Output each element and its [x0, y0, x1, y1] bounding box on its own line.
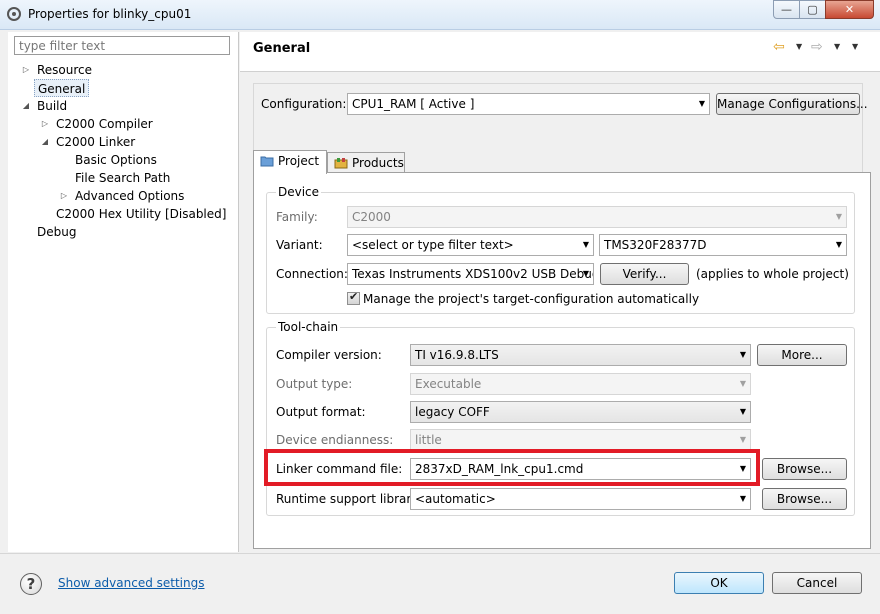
project-tab-panel: Device Family: C2000 ▼ Variant: <select o… — [253, 172, 871, 549]
title-bar: Properties for blinky_cpu01 — ▢ ✕ — [0, 0, 880, 30]
compiler-version-label: Compiler version: — [276, 348, 382, 362]
properties-page: General ⇦ ▼ ⇨ ▼ ▼ Configuration: CPU1_RA… — [240, 32, 880, 552]
linker-browse-button[interactable]: Browse... — [762, 458, 847, 480]
show-advanced-settings-link[interactable]: Show advanced settings — [58, 576, 205, 590]
connection-label: Connection: — [276, 267, 348, 281]
tree-item-build[interactable]: Build — [37, 97, 67, 115]
view-menu-icon[interactable]: ▼ — [852, 42, 858, 51]
variant-filter-combo[interactable]: <select or type filter text> ▼ — [347, 234, 594, 256]
manage-target-label: Manage the project's target-configuratio… — [363, 292, 700, 306]
ok-button[interactable]: OK — [674, 572, 764, 594]
minimize-button[interactable]: — — [773, 0, 800, 19]
compiler-version-select[interactable]: TI v16.9.8.LTS ▼ — [410, 344, 751, 366]
variant-label: Variant: — [276, 238, 323, 252]
linker-command-file-label: Linker command file: — [276, 462, 403, 476]
tree-item-advanced-options[interactable]: Advanced Options — [75, 187, 184, 205]
maximize-button[interactable]: ▢ — [799, 0, 826, 19]
configuration-label: Configuration: — [261, 97, 347, 111]
family-select: C2000 ▼ — [347, 206, 847, 228]
tab-products[interactable]: Products — [327, 152, 405, 174]
linker-command-file-combo[interactable]: 2837xD_RAM_lnk_cpu1.cmd ▼ — [410, 458, 751, 480]
page-header: General ⇦ ▼ ⇨ ▼ ▼ — [240, 32, 880, 72]
tree-filter-input[interactable] — [14, 36, 230, 55]
forward-history-dropdown-icon[interactable]: ▼ — [834, 42, 840, 51]
output-format-select[interactable]: legacy COFF ▼ — [410, 401, 751, 423]
cancel-button[interactable]: Cancel — [772, 572, 862, 594]
output-type-label: Output type: — [276, 377, 353, 391]
products-icon — [334, 158, 348, 169]
connection-note: (applies to whole project) — [696, 267, 849, 281]
project-folder-icon — [260, 156, 274, 167]
tab-project[interactable]: Project — [253, 150, 327, 174]
output-format-label: Output format: — [276, 405, 366, 419]
app-icon — [7, 7, 21, 21]
dialog-footer: ? Show advanced settings OK Cancel — [0, 553, 880, 614]
tree-item-general[interactable]: General — [34, 79, 90, 97]
tree-item-debug[interactable]: Debug — [37, 223, 76, 241]
variant-select[interactable]: TMS320F28377D ▼ — [599, 234, 847, 256]
device-group-title: Device — [276, 185, 322, 199]
runtime-support-library-combo[interactable]: <automatic> ▼ — [410, 488, 751, 510]
page-title: General — [253, 41, 311, 56]
output-type-select: Executable ▼ — [410, 373, 751, 395]
device-endianness-select: little ▼ — [410, 429, 751, 451]
back-arrow-icon[interactable]: ⇦ — [773, 40, 785, 54]
close-button[interactable]: ✕ — [825, 0, 874, 19]
verify-button[interactable]: Verify... — [600, 263, 689, 285]
device-group: Device Family: C2000 ▼ Variant: <select o… — [266, 185, 855, 314]
expand-advanced-options-icon[interactable]: ▷ — [59, 187, 69, 205]
runtime-support-library-label: Runtime support library: — [276, 492, 422, 506]
family-label: Family: — [276, 210, 318, 224]
tree-item-c2000-hex-utility[interactable]: C2000 Hex Utility [Disabled] — [56, 205, 226, 223]
window-title: Properties for blinky_cpu01 — [28, 7, 192, 21]
tree-item-resource[interactable]: Resource — [37, 61, 92, 79]
tree-item-file-search-path[interactable]: File Search Path — [75, 169, 170, 187]
tree-item-c2000-linker[interactable]: C2000 Linker — [56, 133, 135, 151]
forward-arrow-icon[interactable]: ⇨ — [811, 40, 823, 54]
configuration-select[interactable]: CPU1_RAM [ Active ] ▼ — [347, 93, 710, 115]
expand-resource-icon[interactable]: ▷ — [21, 61, 31, 79]
tree-item-basic-options[interactable]: Basic Options — [75, 151, 157, 169]
more-button[interactable]: More... — [757, 344, 847, 366]
collapse-linker-icon[interactable]: ◢ — [40, 133, 50, 151]
expand-compiler-icon[interactable]: ▷ — [40, 115, 50, 133]
toolchain-group-title: Tool-chain — [276, 320, 341, 334]
collapse-build-icon[interactable]: ◢ — [21, 97, 31, 115]
manage-configurations-button[interactable]: Manage Configurations... — [716, 93, 868, 115]
help-icon[interactable]: ? — [20, 573, 42, 595]
device-endianness-label: Device endianness: — [276, 433, 394, 447]
property-tree: ▷ Resource General ◢ Build ▷ C2000 Compi… — [8, 32, 239, 552]
manage-target-checkbox[interactable]: ✔ — [347, 290, 360, 305]
connection-select[interactable]: Texas Instruments XDS100v2 USB Debug Pr ▼ — [347, 263, 594, 285]
toolchain-group: Tool-chain Compiler version: TI v16.9.8.… — [266, 320, 855, 516]
tree-item-c2000-compiler[interactable]: C2000 Compiler — [56, 115, 153, 133]
back-history-dropdown-icon[interactable]: ▼ — [796, 42, 802, 51]
runtime-browse-button[interactable]: Browse... — [762, 488, 847, 510]
